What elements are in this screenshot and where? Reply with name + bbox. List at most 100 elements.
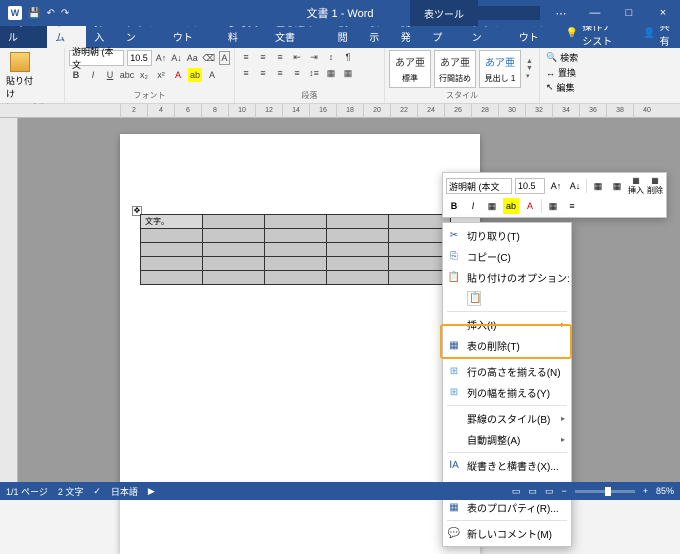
table-cell[interactable] xyxy=(327,215,389,229)
mt-insert-icon[interactable]: ▦ xyxy=(632,176,640,185)
mt-font-color[interactable]: A xyxy=(522,198,538,214)
paste-keep-source-icon[interactable]: 📋 xyxy=(467,291,481,306)
table-cell[interactable] xyxy=(327,229,389,243)
status-spellcheck-icon[interactable]: ✓ xyxy=(93,486,101,497)
status-macro-icon[interactable]: ▶ xyxy=(148,486,155,497)
table-cell[interactable] xyxy=(265,215,327,229)
select-button[interactable]: ↖編集 xyxy=(544,80,580,95)
font-color-button[interactable]: A xyxy=(171,68,185,82)
close-button[interactable]: × xyxy=(646,0,680,26)
shading-button[interactable]: ▦ xyxy=(324,66,338,80)
horizontal-ruler[interactable]: 246810121416182022242628303234363840 xyxy=(0,104,680,118)
mt-font-combo[interactable]: 游明朝 (本文 xyxy=(446,178,512,194)
mt-highlight[interactable]: ab xyxy=(503,198,519,214)
table-cell[interactable] xyxy=(265,271,327,285)
view-read-icon[interactable]: ▭ xyxy=(512,486,521,497)
numbering-button[interactable]: ≡ xyxy=(256,50,270,64)
ribbon-options-button[interactable]: ⋯ xyxy=(544,0,578,26)
change-case-icon[interactable]: Aa xyxy=(186,51,199,65)
show-marks-button[interactable]: ¶ xyxy=(341,50,355,64)
ctx-table-properties[interactable]: ▦表のプロパティ(R)... xyxy=(443,497,571,518)
view-print-icon[interactable]: ▭ xyxy=(528,486,537,497)
mt-table-icon[interactable]: ▦ xyxy=(609,178,625,194)
increase-indent-button[interactable]: ⇥ xyxy=(307,50,321,64)
ctx-delete-table[interactable]: ▦表の削除(T) xyxy=(443,335,571,356)
styles-scroll-up[interactable]: ▲ xyxy=(526,58,533,65)
highlight-button[interactable]: ab xyxy=(188,68,202,82)
zoom-level[interactable]: 85% xyxy=(656,486,674,496)
shrink-font-icon[interactable]: A↓ xyxy=(170,51,183,65)
style-nospacing[interactable]: あア亜行間詰め xyxy=(434,50,476,88)
ctx-distribute-cols[interactable]: ⊞列の幅を揃える(Y) xyxy=(443,382,571,403)
table-cell[interactable] xyxy=(203,271,265,285)
redo-icon[interactable]: ↷ xyxy=(61,8,69,19)
table-cell[interactable] xyxy=(327,271,389,285)
undo-icon[interactable]: ↶ xyxy=(46,8,54,19)
status-language[interactable]: 日本語 xyxy=(111,485,138,498)
table-cell[interactable] xyxy=(203,257,265,271)
mt-grow-font[interactable]: A↑ xyxy=(548,178,564,194)
align-center-button[interactable]: ≡ xyxy=(256,66,270,80)
ctx-copy[interactable]: ⎘コピー(C) xyxy=(443,246,571,267)
table-cell[interactable] xyxy=(327,257,389,271)
align-left-button[interactable]: ≡ xyxy=(239,66,253,80)
status-page[interactable]: 1/1 ページ xyxy=(6,485,48,498)
style-normal[interactable]: あア亜標準 xyxy=(389,50,431,88)
mt-styles-icon[interactable]: ▦ xyxy=(590,178,606,194)
mt-bold[interactable]: B xyxy=(446,198,462,214)
zoom-in-button[interactable]: + xyxy=(643,486,648,496)
mt-border[interactable]: ▦ xyxy=(545,198,561,214)
align-right-button[interactable]: ≡ xyxy=(273,66,287,80)
clear-format-icon[interactable]: ⌫ xyxy=(202,51,216,65)
replace-button[interactable]: ↔置換 xyxy=(544,65,580,80)
zoom-out-button[interactable]: − xyxy=(561,486,566,496)
share-icon[interactable]: 👤 xyxy=(643,28,655,39)
sort-button[interactable]: ↕ xyxy=(324,50,338,64)
table-cell[interactable] xyxy=(203,229,265,243)
multilevel-button[interactable]: ≡ xyxy=(273,50,287,64)
zoom-slider[interactable] xyxy=(575,490,635,493)
strike-button[interactable]: abc xyxy=(120,68,134,82)
maximize-button[interactable]: □ xyxy=(612,0,646,26)
table-cell[interactable]: 文字。 xyxy=(141,215,203,229)
decrease-indent-button[interactable]: ⇤ xyxy=(290,50,304,64)
ctx-border-style[interactable]: 罫線のスタイル(B)▸ xyxy=(443,408,571,429)
italic-button[interactable]: I xyxy=(86,68,100,82)
paste-button[interactable]: 貼り付け xyxy=(4,50,36,102)
mt-delete-icon[interactable]: ▦ xyxy=(651,176,659,185)
enclose-char-icon[interactable]: A xyxy=(219,51,230,65)
mt-align[interactable]: ≡ xyxy=(564,198,580,214)
text-effects-button[interactable]: A xyxy=(205,68,219,82)
font-name-combo[interactable]: 游明朝 (本文 xyxy=(69,50,124,66)
underline-button[interactable]: U xyxy=(103,68,117,82)
status-chars[interactable]: 2 文字 xyxy=(58,485,84,498)
ctx-distribute-rows[interactable]: ⊞行の高さを揃える(N) xyxy=(443,361,571,382)
ctx-new-comment[interactable]: 💬新しいコメント(M) xyxy=(443,523,571,544)
mt-shading[interactable]: ▦ xyxy=(484,198,500,214)
table-cell[interactable] xyxy=(327,243,389,257)
table-cell[interactable] xyxy=(203,215,265,229)
view-web-icon[interactable]: ▭ xyxy=(545,486,554,497)
document-table[interactable]: 文字。 xyxy=(140,214,451,285)
find-button[interactable]: 🔍検索 xyxy=(544,50,580,65)
table-cell[interactable] xyxy=(265,243,327,257)
justify-button[interactable]: ≡ xyxy=(290,66,304,80)
font-size-combo[interactable]: 10.5 xyxy=(127,50,151,66)
ctx-insert[interactable]: 挿入(I)▸ xyxy=(443,314,571,335)
bullets-button[interactable]: ≡ xyxy=(239,50,253,64)
mt-italic[interactable]: I xyxy=(465,198,481,214)
styles-scroll-down[interactable]: ▼ xyxy=(526,65,533,72)
mt-shrink-font[interactable]: A↓ xyxy=(567,178,583,194)
table-cell[interactable] xyxy=(265,257,327,271)
grow-font-icon[interactable]: A↑ xyxy=(155,51,168,65)
style-heading1[interactable]: あア亜見出し 1 xyxy=(479,50,521,88)
table-cell[interactable] xyxy=(141,257,203,271)
borders-button[interactable]: ▦ xyxy=(341,66,355,80)
table-cell[interactable] xyxy=(141,271,203,285)
superscript-button[interactable]: x² xyxy=(154,68,168,82)
table-cell[interactable] xyxy=(203,243,265,257)
table-cell[interactable] xyxy=(141,243,203,257)
vertical-ruler[interactable] xyxy=(0,118,18,482)
mt-size-combo[interactable]: 10.5 xyxy=(515,178,545,194)
styles-more[interactable]: ▾ xyxy=(526,72,533,80)
